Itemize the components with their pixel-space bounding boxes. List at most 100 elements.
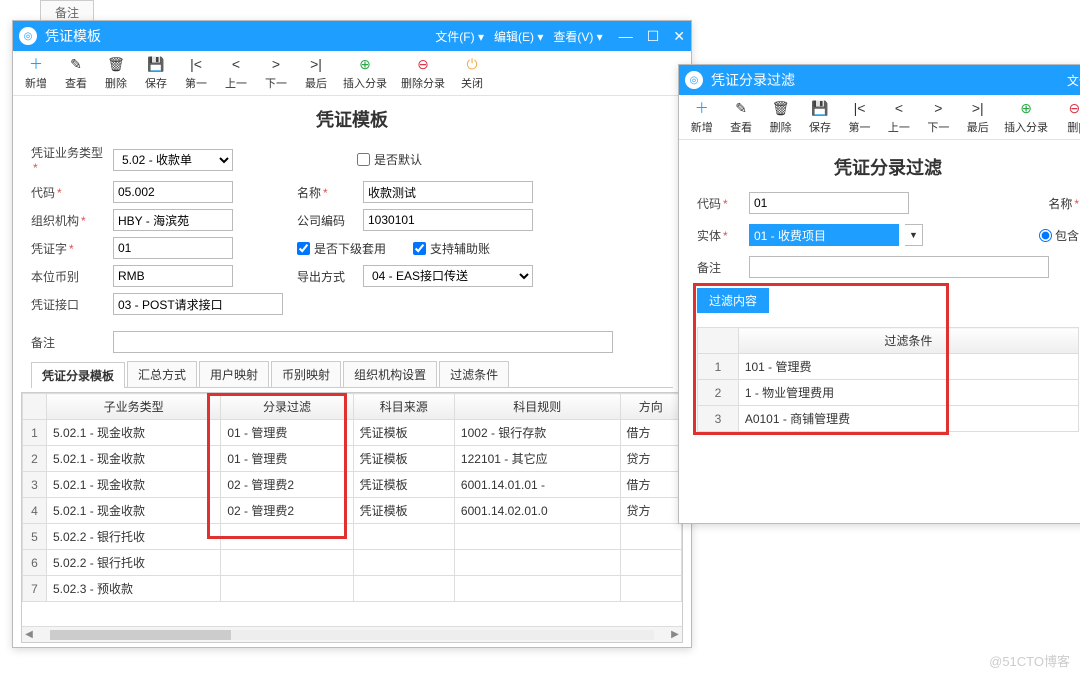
export-select[interactable]: 04 - EAS接口传送 <box>363 265 533 287</box>
menu-edit[interactable]: 编辑(E) ▾ <box>494 28 543 45</box>
toolbar-第一-button[interactable]: |<第一 <box>179 55 213 91</box>
table-row[interactable]: 65.02.2 - 银行托收 <box>23 550 682 576</box>
table-row[interactable]: 1101 - 管理费 <box>698 354 1079 380</box>
code-input[interactable] <box>113 181 233 203</box>
tab-0[interactable]: 凭证分录模板 <box>31 362 125 388</box>
table-cell[interactable]: 02 - 管理费2 <box>221 498 353 524</box>
toolbar-查看-button[interactable]: ✎查看 <box>59 55 93 91</box>
tab-4[interactable]: 组织机构设置 <box>343 361 437 387</box>
table-cell[interactable]: 5.02.1 - 现金收款 <box>47 446 221 472</box>
table-row[interactable]: 3A0101 - 商铺管理费 <box>698 406 1079 432</box>
toolbar-最后-button[interactable]: >|最后 <box>299 55 333 91</box>
tab-3[interactable]: 币别映射 <box>271 361 341 387</box>
table-cell[interactable]: 1002 - 银行存款 <box>454 420 620 446</box>
toolbar-上一-button[interactable]: <上一 <box>219 55 253 91</box>
w2-grid[interactable]: 过滤条件1101 - 管理费21 - 物业管理费用3A0101 - 商铺管理费 <box>697 327 1079 432</box>
table-cell[interactable]: 凭证模板 <box>353 420 454 446</box>
assist-checkbox[interactable]: 支持辅助账 <box>413 240 490 257</box>
toolbar-关闭-button[interactable]: ⏻关闭 <box>455 55 489 91</box>
table-cell[interactable]: 凭证模板 <box>353 472 454 498</box>
table-row[interactable]: 35.02.1 - 现金收款02 - 管理费2凭证模板6001.14.01.01… <box>23 472 682 498</box>
table-cell[interactable]: 7 <box>23 576 47 602</box>
remark-input[interactable] <box>113 331 613 353</box>
toolbar-第一-button[interactable]: |<第一 <box>843 99 876 135</box>
grid-header[interactable] <box>23 394 47 420</box>
grid-header[interactable]: 科目来源 <box>353 394 454 420</box>
table-cell[interactable]: 借方 <box>620 472 681 498</box>
interface-input[interactable] <box>113 293 283 315</box>
toolbar-删|-button[interactable]: ⊖删| <box>1058 99 1080 135</box>
tab-5[interactable]: 过滤条件 <box>439 361 509 387</box>
grid-header[interactable]: 分录过滤 <box>221 394 353 420</box>
maximize-icon[interactable]: ☐ <box>647 28 660 45</box>
w1-grid[interactable]: 子业务类型分录过滤科目来源科目规则方向15.02.1 - 现金收款01 - 管理… <box>22 393 682 602</box>
table-cell[interactable]: 贷方 <box>620 446 681 472</box>
table-cell[interactable]: 5 <box>23 524 47 550</box>
table-cell[interactable]: 1 - 物业管理费用 <box>738 380 1078 406</box>
table-cell[interactable] <box>454 524 620 550</box>
sub-enable-checkbox[interactable]: 是否下级套用 <box>297 240 407 257</box>
org-input[interactable] <box>113 209 233 231</box>
table-cell[interactable]: 6001.14.02.01.0 <box>454 498 620 524</box>
grid-header[interactable]: 科目规则 <box>454 394 620 420</box>
table-cell[interactable]: 01 - 管理费 <box>221 420 353 446</box>
toolbar-保存-button[interactable]: 💾保存 <box>139 55 173 91</box>
table-cell[interactable]: 5.02.1 - 现金收款 <box>47 420 221 446</box>
table-cell[interactable] <box>620 550 681 576</box>
table-cell[interactable]: 6 <box>23 550 47 576</box>
toolbar-插入分录-button[interactable]: ⊕插入分录 <box>1001 99 1052 135</box>
table-cell[interactable] <box>221 550 353 576</box>
table-cell[interactable]: 5.02.1 - 现金收款 <box>47 472 221 498</box>
table-cell[interactable]: 02 - 管理费2 <box>221 472 353 498</box>
default-checkbox[interactable]: 是否默认 <box>357 151 422 168</box>
table-cell[interactable]: 01 - 管理费 <box>221 446 353 472</box>
table-cell[interactable] <box>353 524 454 550</box>
toolbar-下一-button[interactable]: >下一 <box>922 99 955 135</box>
tab-1[interactable]: 汇总方式 <box>127 361 197 387</box>
table-cell[interactable] <box>221 576 353 602</box>
table-cell[interactable]: 5.02.1 - 现金收款 <box>47 498 221 524</box>
w2-menu-file[interactable]: 文件 <box>1067 72 1080 89</box>
minimize-icon[interactable]: — <box>619 28 633 45</box>
table-row[interactable]: 15.02.1 - 现金收款01 - 管理费凭证模板1002 - 银行存款借方 <box>23 420 682 446</box>
currency-input[interactable] <box>113 265 233 287</box>
w2-entity-select[interactable]: 01 - 收费项目 <box>749 224 899 246</box>
table-row[interactable]: 75.02.3 - 预收款 <box>23 576 682 602</box>
table-cell[interactable] <box>353 576 454 602</box>
table-row[interactable]: 45.02.1 - 现金收款02 - 管理费2凭证模板6001.14.02.01… <box>23 498 682 524</box>
table-cell[interactable]: 5.02.3 - 预收款 <box>47 576 221 602</box>
toolbar-最后-button[interactable]: >|最后 <box>961 99 994 135</box>
table-row[interactable]: 25.02.1 - 现金收款01 - 管理费凭证模板122101 - 其它应贷方 <box>23 446 682 472</box>
table-cell[interactable]: 5.02.2 - 银行托收 <box>47 550 221 576</box>
table-cell[interactable]: A0101 - 商铺管理费 <box>738 406 1078 432</box>
company-input[interactable] <box>363 209 533 231</box>
menu-file[interactable]: 文件(F) ▾ <box>435 28 484 45</box>
toolbar-新增-button[interactable]: ＋新增 <box>19 55 53 91</box>
toolbar-保存-button[interactable]: 💾保存 <box>803 99 836 135</box>
table-cell[interactable]: 3 <box>23 472 47 498</box>
tab-2[interactable]: 用户映射 <box>199 361 269 387</box>
table-cell[interactable]: 凭证模板 <box>353 498 454 524</box>
toolbar-删除-button[interactable]: 🗑删除 <box>99 55 133 91</box>
table-cell[interactable]: 5.02.2 - 银行托收 <box>47 524 221 550</box>
table-cell[interactable]: 101 - 管理费 <box>738 354 1078 380</box>
grid-header[interactable]: 子业务类型 <box>47 394 221 420</box>
w2-remark-input[interactable] <box>749 256 1049 278</box>
toolbar-删除分录-button[interactable]: ⊖删除分录 <box>397 55 449 91</box>
table-cell[interactable]: 4 <box>23 498 47 524</box>
table-cell[interactable]: 2 <box>23 446 47 472</box>
table-cell[interactable] <box>454 576 620 602</box>
table-cell[interactable] <box>620 524 681 550</box>
table-cell[interactable]: 122101 - 其它应 <box>454 446 620 472</box>
name-input[interactable] <box>363 181 533 203</box>
table-row[interactable]: 21 - 物业管理费用 <box>698 380 1079 406</box>
table-cell[interactable] <box>221 524 353 550</box>
filter-content-tab[interactable]: 过滤内容 <box>697 288 769 313</box>
toolbar-查看-button[interactable]: ✎查看 <box>724 99 757 135</box>
table-cell[interactable]: 借方 <box>620 420 681 446</box>
biz-type-select[interactable]: 5.02 - 收款单 <box>113 149 233 171</box>
toolbar-删除-button[interactable]: 🗑删除 <box>764 99 797 135</box>
toolbar-上一-button[interactable]: <上一 <box>882 99 915 135</box>
horizontal-scrollbar[interactable]: ◀▶ <box>22 626 682 642</box>
toolbar-插入分录-button[interactable]: ⊕插入分录 <box>339 55 391 91</box>
